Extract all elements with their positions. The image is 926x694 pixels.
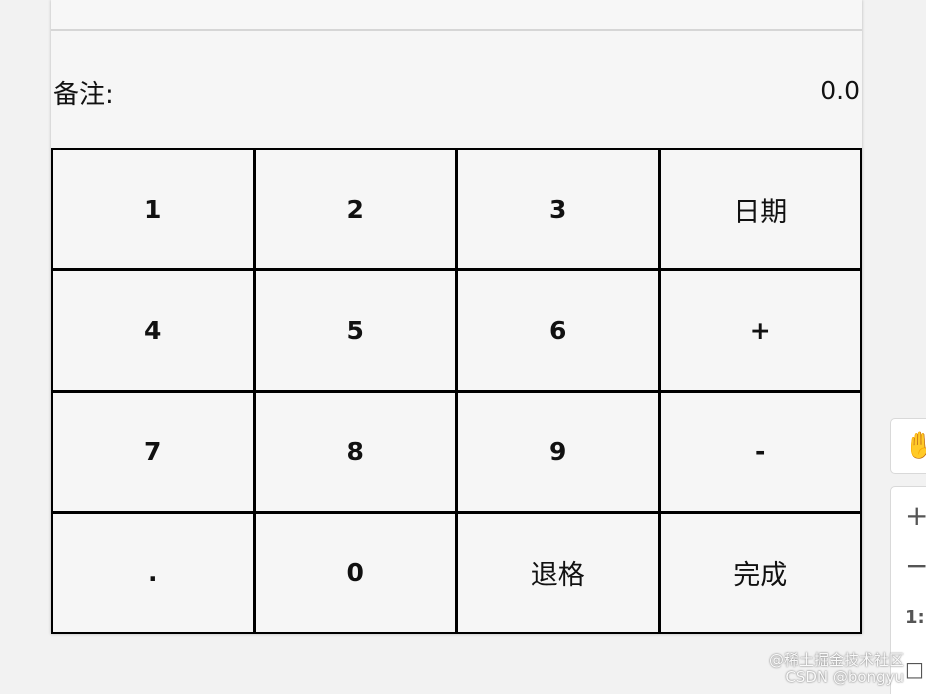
watermark-line-2: CSDN @bongyu bbox=[785, 668, 904, 686]
zoom-in-button[interactable]: + bbox=[905, 499, 926, 532]
hand-icon: ✋ bbox=[904, 431, 926, 461]
backspace-button[interactable]: 退格 bbox=[458, 513, 658, 632]
key-1[interactable]: 1 bbox=[53, 150, 253, 269]
pan-tool-button[interactable]: ✋ bbox=[890, 418, 926, 474]
note-label: 备注: bbox=[53, 80, 114, 110]
plus-button[interactable]: + bbox=[660, 271, 860, 390]
key-2[interactable]: 2 bbox=[255, 150, 455, 269]
watermark-line-1: @稀土掘金技术社区 bbox=[768, 651, 904, 669]
number-keypad: 1 2 3 日期 4 5 6 + 7 8 9 - . 0 退格 完成 bbox=[51, 148, 862, 634]
zoom-out-button[interactable]: − bbox=[905, 549, 926, 582]
done-button[interactable]: 完成 bbox=[660, 513, 860, 632]
key-7[interactable]: 7 bbox=[53, 392, 253, 511]
note-row[interactable]: 备注: 0.0 bbox=[51, 31, 862, 148]
key-5[interactable]: 5 bbox=[255, 271, 455, 390]
key-6[interactable]: 6 bbox=[458, 271, 658, 390]
date-button[interactable]: 日期 bbox=[660, 150, 860, 269]
key-9[interactable]: 9 bbox=[458, 392, 658, 511]
key-8[interactable]: 8 bbox=[255, 392, 455, 511]
app-screen: 备注: 0.0 1 2 3 日期 4 5 6 + 7 8 9 - . 0 退格 … bbox=[51, 0, 862, 634]
fit-screen-icon[interactable]: □ bbox=[905, 657, 924, 681]
watermark: @稀土掘金技术社区 CSDN @bongyu bbox=[769, 652, 904, 686]
amount-display: 0.0 bbox=[820, 76, 860, 105]
decimal-point-button[interactable]: . bbox=[53, 513, 253, 632]
previous-input-field[interactable] bbox=[51, 0, 862, 31]
key-3[interactable]: 3 bbox=[458, 150, 658, 269]
key-4[interactable]: 4 bbox=[53, 271, 253, 390]
actual-size-button[interactable]: 1:1 bbox=[905, 607, 926, 628]
key-0[interactable]: 0 bbox=[255, 513, 455, 632]
minus-button[interactable]: - bbox=[660, 392, 860, 511]
